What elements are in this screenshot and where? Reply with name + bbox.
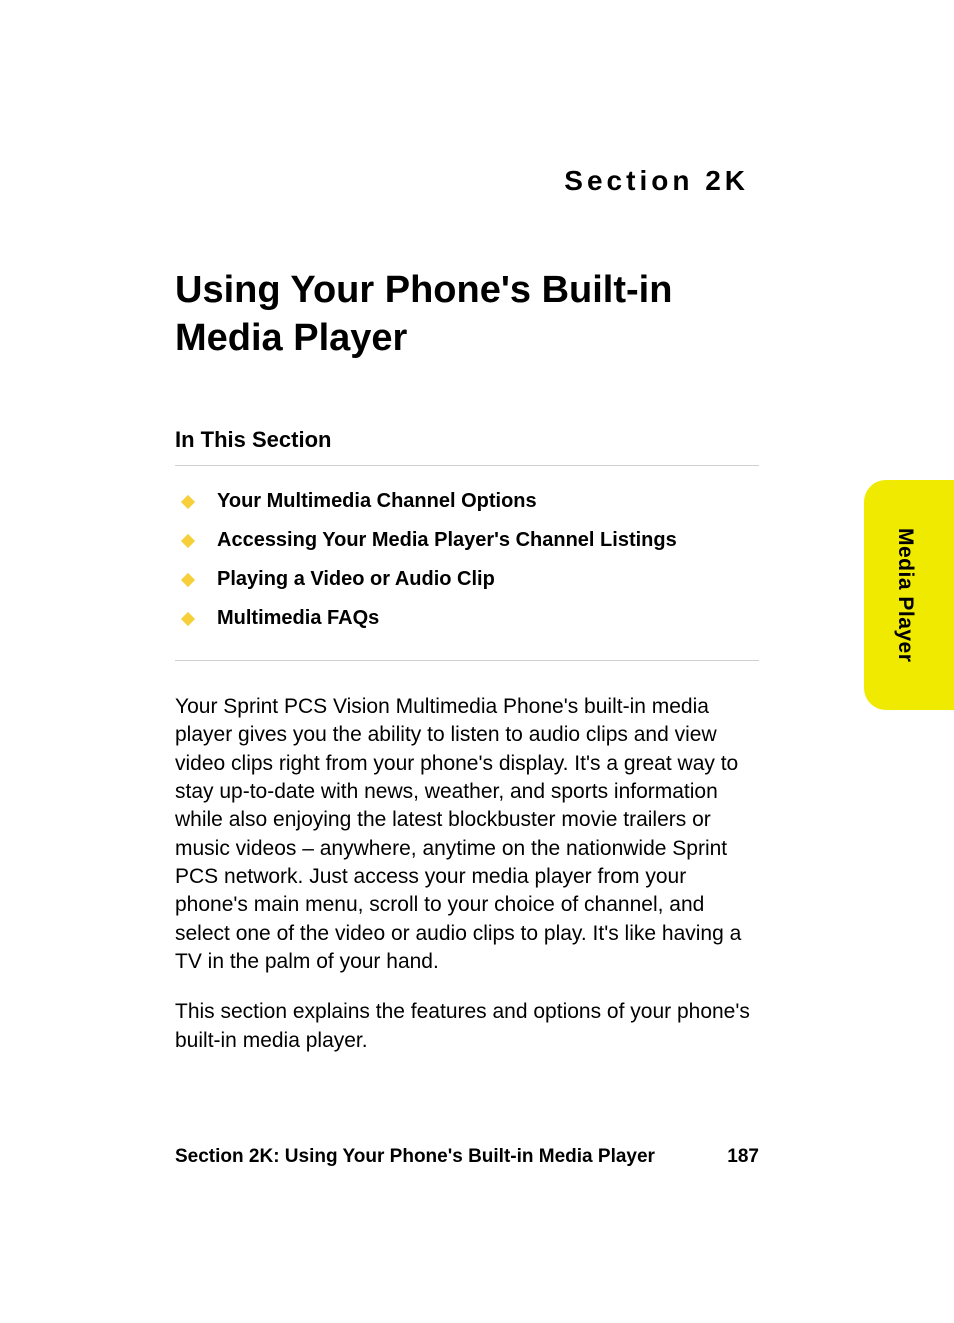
page-title: Using Your Phone's Built-in Media Player <box>175 267 759 362</box>
toc-item-label: Multimedia FAQs <box>217 607 379 630</box>
toc-item: Playing a Video or Audio Clip <box>183 568 759 591</box>
in-this-section-heading: In This Section <box>175 427 759 466</box>
diamond-icon <box>181 572 195 586</box>
toc-item-label: Playing a Video or Audio Clip <box>217 568 495 591</box>
footer-title: Section 2K: Using Your Phone's Built-in … <box>175 1146 655 1168</box>
page-footer: Section 2K: Using Your Phone's Built-in … <box>175 1146 759 1168</box>
section-label: Section 2K <box>175 165 759 197</box>
diamond-icon <box>181 494 195 508</box>
toc-item: Accessing Your Media Player's Channel Li… <box>183 529 759 552</box>
document-page: Section 2K Using Your Phone's Built-in M… <box>0 0 954 1323</box>
body-paragraph: This section explains the features and o… <box>175 998 759 1055</box>
side-tab-label: Media Player <box>893 528 925 662</box>
toc-item-label: Your Multimedia Channel Options <box>217 490 537 513</box>
diamond-icon <box>181 533 195 547</box>
toc-item: Multimedia FAQs <box>183 607 759 630</box>
diamond-icon <box>181 611 195 625</box>
toc-list: Your Multimedia Channel Options Accessin… <box>175 490 759 661</box>
body-paragraph: Your Sprint PCS Vision Multimedia Phone'… <box>175 693 759 976</box>
toc-item: Your Multimedia Channel Options <box>183 490 759 513</box>
toc-item-label: Accessing Your Media Player's Channel Li… <box>217 529 677 552</box>
page-number: 187 <box>727 1146 759 1168</box>
side-tab: Media Player <box>864 480 954 710</box>
